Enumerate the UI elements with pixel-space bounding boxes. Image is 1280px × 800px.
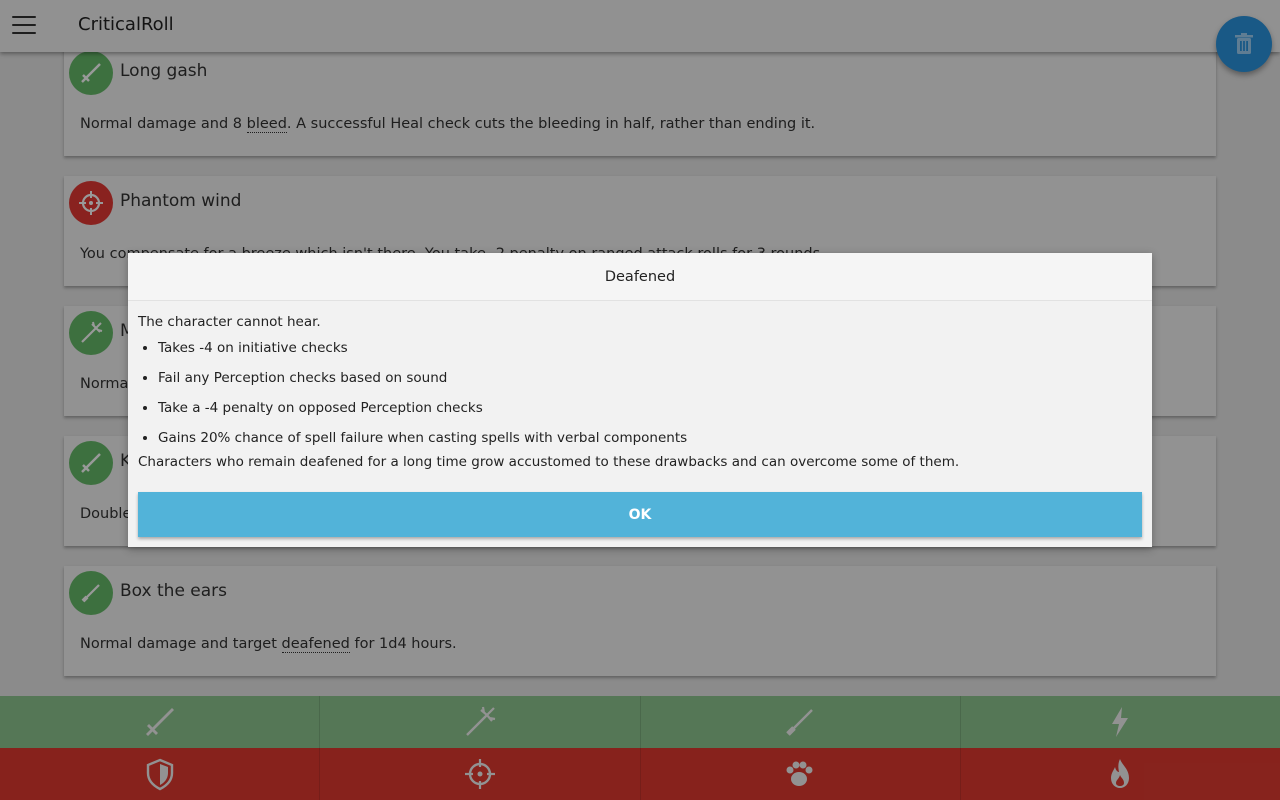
list-item: Fail any Perception checks based on soun…: [158, 363, 1142, 393]
list-item: Takes -4 on initiative checks: [158, 333, 1142, 363]
effects-list: Takes -4 on initiative checks Fail any P…: [158, 333, 1142, 453]
dialog-body: The character cannot hear. Takes -4 on i…: [128, 301, 1152, 471]
list-item: Take a -4 penalty on opposed Perception …: [158, 393, 1142, 423]
list-item: Gains 20% chance of spell failure when c…: [158, 423, 1142, 453]
dialog-intro: The character cannot hear.: [138, 314, 321, 330]
dialog-title: Deafened: [128, 253, 1152, 301]
condition-dialog: Deafened The character cannot hear. Take…: [128, 253, 1152, 547]
ok-button[interactable]: OK: [138, 492, 1142, 537]
dialog-outro: Characters who remain deafened for a lon…: [138, 454, 960, 470]
